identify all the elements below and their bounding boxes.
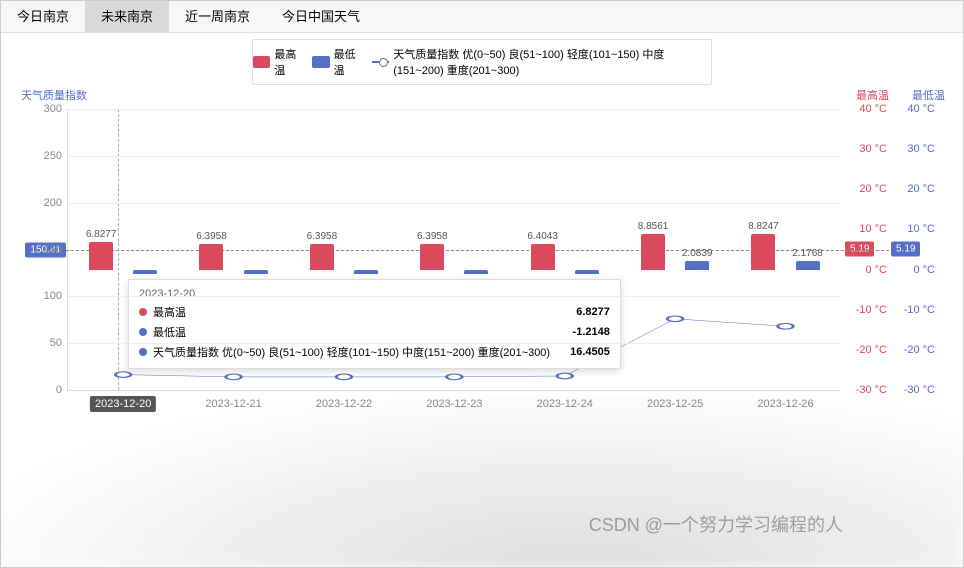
- bar-low-label: 2.0839: [682, 248, 713, 259]
- legend-aqi[interactable]: 天气质量指数 优(0~50) 良(51~100) 轻度(101~150) 中度(…: [372, 46, 711, 78]
- right-tick-low: -20 °C: [895, 344, 935, 356]
- legend-high[interactable]: 最高温: [253, 46, 300, 78]
- bar-high[interactable]: [751, 234, 775, 269]
- bar-high-label: 6.8277: [86, 229, 117, 240]
- right-tick-high: -30 °C: [847, 384, 887, 396]
- bar-low[interactable]: [464, 270, 488, 274]
- chart[interactable]: 天气质量指数 最高温 最低温 150.81 5.19 5.19 2023-12-…: [11, 91, 953, 421]
- legend-high-label: 最高温: [274, 46, 300, 78]
- bar-low[interactable]: [796, 261, 820, 270]
- bar-high-label: 6.3958: [417, 231, 448, 242]
- x-tick: 2023-12-26: [757, 398, 813, 410]
- right-tick-low: 0 °C: [895, 264, 935, 276]
- bar-low[interactable]: [685, 261, 709, 269]
- bar-high[interactable]: [641, 234, 665, 270]
- y-axis-title-left: 天气质量指数: [21, 87, 87, 103]
- background-image: [1, 397, 963, 567]
- watermark: CSDN @一个努力学习编程的人: [589, 511, 843, 537]
- right-tick-high: 10 °C: [847, 223, 887, 235]
- left-tick: 100: [44, 290, 62, 302]
- bar-high[interactable]: [310, 244, 334, 270]
- x-tick: 2023-12-21: [205, 398, 261, 410]
- bar-high-label: 8.8247: [748, 221, 779, 232]
- tabs: 今日南京 未来南京 近一周南京 今日中国天气: [1, 1, 963, 33]
- right-tick-high: 0 °C: [847, 264, 887, 276]
- left-tick: 250: [44, 150, 62, 162]
- x-tick: 2023-12-25: [647, 398, 703, 410]
- right-tick-low: -30 °C: [895, 384, 935, 396]
- bar-high[interactable]: [89, 242, 113, 269]
- bar-low[interactable]: [575, 270, 599, 274]
- right-tick-high: 20 °C: [847, 183, 887, 195]
- tab-china-weather[interactable]: 今日中国天气: [266, 1, 376, 32]
- right-tick-low: 30 °C: [895, 143, 935, 155]
- bar-low[interactable]: [244, 270, 268, 274]
- bar-high-label: 8.8561: [638, 221, 669, 232]
- bar-low[interactable]: [133, 270, 157, 275]
- marker-right-low: 5.19: [891, 241, 920, 256]
- bar-high-label: 6.3958: [307, 231, 338, 242]
- x-tick: 2023-12-23: [426, 398, 482, 410]
- bar-high[interactable]: [420, 244, 444, 270]
- legend-aqi-label: 天气质量指数 优(0~50) 良(51~100) 轻度(101~150) 中度(…: [393, 46, 711, 78]
- right-tick-high: 40 °C: [847, 103, 887, 115]
- left-tick: 200: [44, 197, 62, 209]
- tab-future-nanjing[interactable]: 未来南京: [85, 1, 169, 32]
- right-tick-high: 30 °C: [847, 143, 887, 155]
- marker-right-high: 5.19: [845, 241, 874, 256]
- y-axis-title-right2: 最低温: [912, 87, 945, 103]
- bar-high-label: 6.4043: [527, 231, 558, 242]
- bar-low[interactable]: [354, 270, 378, 274]
- left-tick: 50: [50, 337, 62, 349]
- right-tick-low: -10 °C: [895, 304, 935, 316]
- legend-low[interactable]: 最低温: [312, 46, 359, 78]
- bar-high-label: 6.3958: [196, 231, 227, 242]
- bar-low-label: 2.1768: [792, 248, 823, 259]
- bar-high[interactable]: [199, 244, 223, 270]
- bar-high[interactable]: [531, 244, 555, 270]
- x-tick: 2023-12-20: [90, 396, 156, 412]
- x-tick: 2023-12-22: [316, 398, 372, 410]
- legend-low-label: 最低温: [334, 46, 360, 78]
- left-tick: 0: [56, 384, 62, 396]
- right-tick-low: 20 °C: [895, 183, 935, 195]
- left-tick: 300: [44, 103, 62, 115]
- right-tick-high: -10 °C: [847, 304, 887, 316]
- right-tick-low: 40 °C: [895, 103, 935, 115]
- right-tick-high: -20 °C: [847, 344, 887, 356]
- y-axis-title-right1: 最高温: [856, 87, 889, 103]
- tab-today-nanjing[interactable]: 今日南京: [1, 1, 85, 32]
- plot-area[interactable]: 150.81 5.19 5.19 2023-12-20 最高温6.8277 最低…: [67, 109, 841, 391]
- right-tick-low: 10 °C: [895, 223, 935, 235]
- left-tick: 150: [44, 244, 62, 256]
- x-tick: 2023-12-24: [537, 398, 593, 410]
- tab-week-nanjing[interactable]: 近一周南京: [169, 1, 266, 32]
- chart-legend: 最高温 最低温 天气质量指数 优(0~50) 良(51~100) 轻度(101~…: [252, 39, 712, 85]
